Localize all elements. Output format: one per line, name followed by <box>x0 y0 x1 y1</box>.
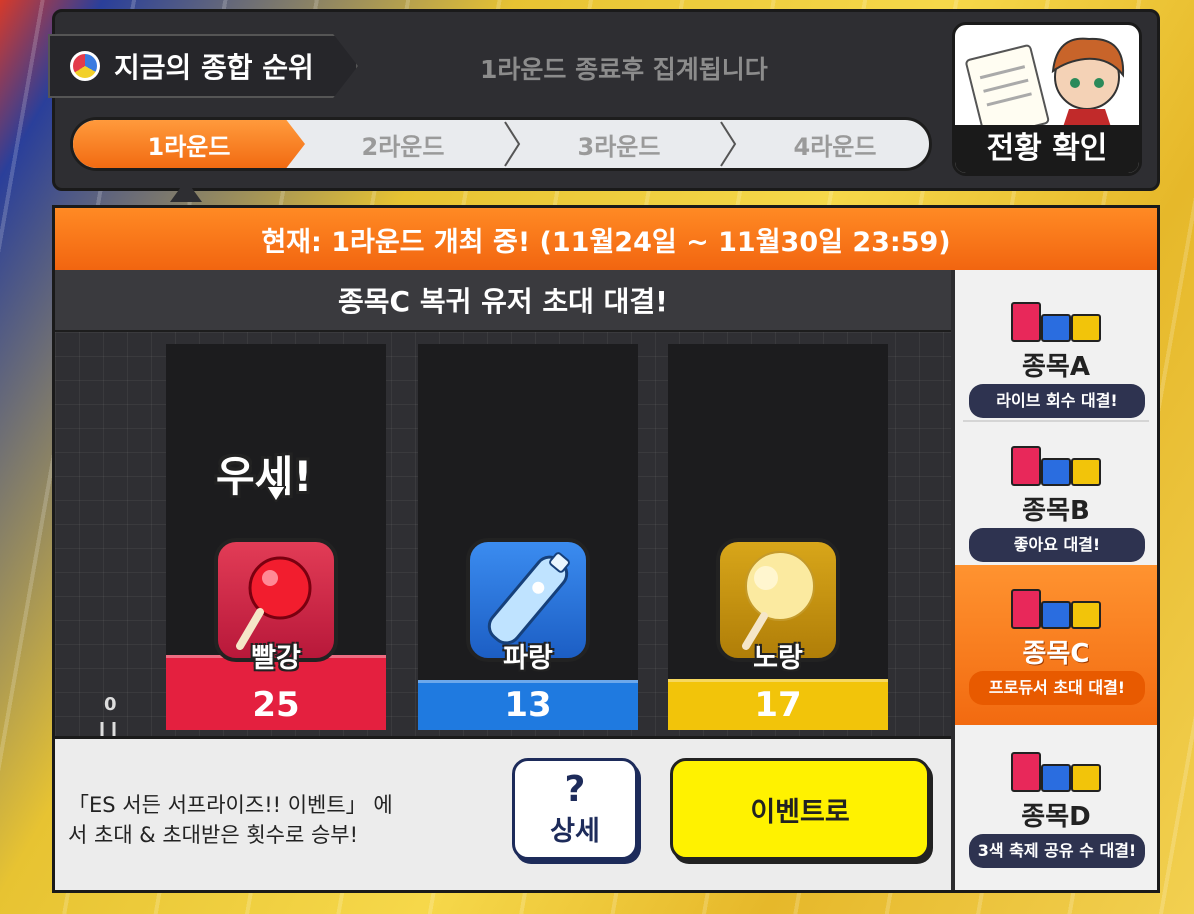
category-subtitle: 좋아요 대결! <box>969 528 1145 562</box>
status-check-button[interactable]: 전황 확인 <box>952 22 1142 176</box>
round-tab-2[interactable]: 2라운드 <box>293 120 513 168</box>
character-portrait-icon <box>965 37 1125 131</box>
team-label-yellow: 노랑 <box>753 643 803 674</box>
score-bar-blue: 13 <box>418 680 638 730</box>
round-progress-bar: 1라운드 2라운드 3라운드 4라운드 <box>70 117 932 171</box>
axis-tick-icon <box>100 722 116 736</box>
color-bars-icon <box>1011 748 1103 792</box>
category-name: 종목C <box>1022 639 1090 669</box>
team-label-red: 빨강 <box>251 643 301 674</box>
category-name: 종목A <box>1022 352 1090 382</box>
category-name: 종목B <box>1022 496 1090 526</box>
aggregation-note: 1라운드 종료후 집계됩니다 <box>480 55 768 84</box>
pointer-down-icon <box>266 486 286 502</box>
score-bar-yellow: 17 <box>668 679 888 730</box>
round-tab-1[interactable]: 1라운드 <box>73 120 305 168</box>
category-d[interactable]: 종목D 3색 축제 공유 수 대결! <box>955 728 1157 888</box>
category-subtitle: 3색 축제 공유 수 대결! <box>969 834 1145 868</box>
category-c[interactable]: 종목C 프로듀서 초대 대결! <box>955 565 1157 725</box>
round-tab-4[interactable]: 4라운드 <box>725 120 929 168</box>
category-name: 종목D <box>1021 802 1091 832</box>
score-value-blue: 13 <box>504 685 552 725</box>
details-label: 상세 <box>550 815 600 847</box>
category-subtitle: 프로듀서 초대 대결! <box>969 671 1145 705</box>
category-a[interactable]: 종목A 라이브 회수 대결! <box>955 278 1157 438</box>
event-description: 「ES 서든 서프라이즈!! 이벤트」 에 서 초대 & 초대받은 횟수로 승부… <box>68 793 393 847</box>
score-value-red: 25 <box>252 685 300 725</box>
ranking-title-tag: 지금의 종합 순위 <box>48 34 358 98</box>
ranking-title: 지금의 종합 순위 <box>114 51 314 84</box>
pie-chart-icon <box>70 51 100 81</box>
round-tab-3[interactable]: 3라운드 <box>509 120 729 168</box>
color-bars-icon <box>1011 442 1103 486</box>
chevron-right-icon <box>719 120 739 168</box>
details-button[interactable]: ? 상세 <box>512 758 638 860</box>
color-bars-icon <box>1011 298 1103 342</box>
team-label-blue: 파랑 <box>503 643 553 674</box>
category-subtitle: 라이브 회수 대결! <box>969 384 1145 418</box>
chevron-right-icon <box>503 120 523 168</box>
color-bars-icon <box>1011 585 1103 629</box>
event-title: 종목C 복귀 유저 초대 대결! <box>55 270 951 332</box>
question-icon: ? <box>564 768 586 810</box>
current-round-banner: 현재: 1라운드 개최 중! (11월24일 ~ 11월30일 23:59) <box>55 208 1157 270</box>
event-title-text: 종목C 복귀 유저 초대 대결! <box>338 285 668 318</box>
category-b[interactable]: 종목B 좋아요 대결! <box>955 422 1157 582</box>
score-value-yellow: 17 <box>754 685 802 725</box>
leading-indicator: 우세! <box>216 452 313 501</box>
status-check-label: 전황 확인 <box>955 125 1139 173</box>
active-round-pointer <box>170 180 202 202</box>
category-sidebar: 종목A 라이브 회수 대결! 종목B 좋아요 대결! 종목C 프로듀서 초대 대… <box>955 270 1157 890</box>
go-to-event-button[interactable]: 이벤트로 <box>670 758 930 860</box>
axis-zero-label: 0 <box>104 694 117 715</box>
